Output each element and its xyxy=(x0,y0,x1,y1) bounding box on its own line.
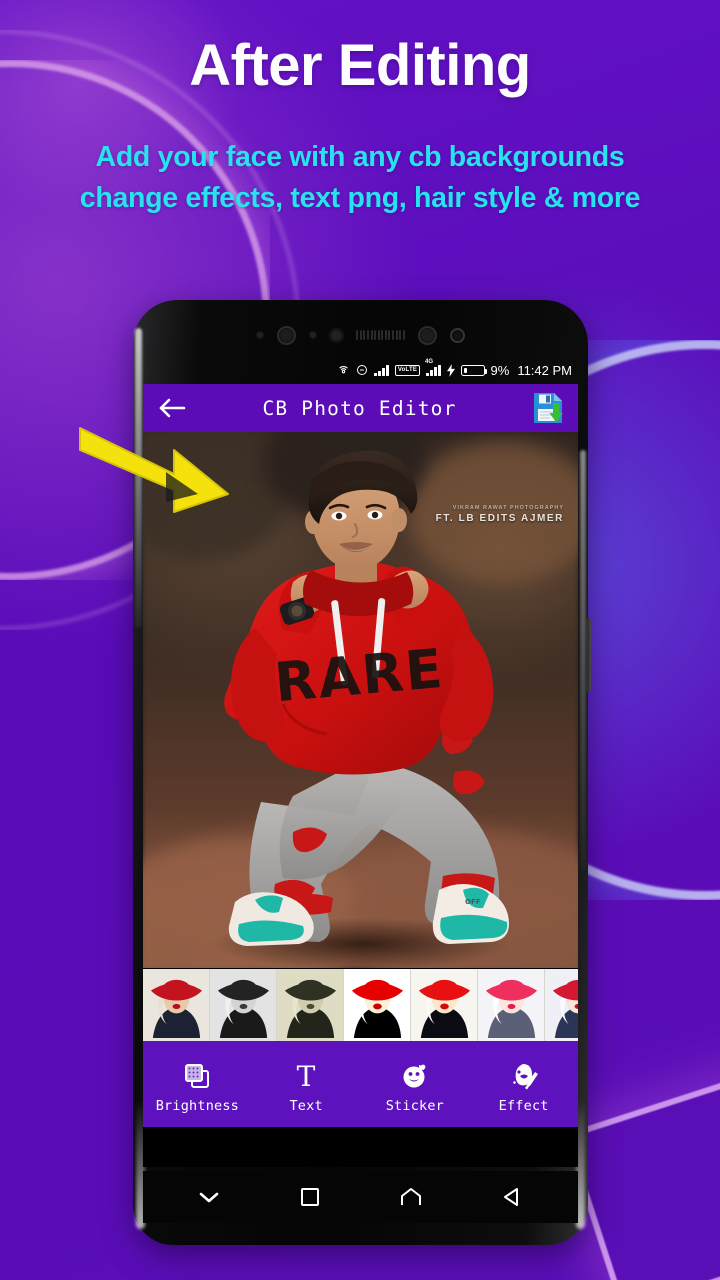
filter-thumb[interactable] xyxy=(478,969,545,1041)
tool-brightness[interactable]: Brightness xyxy=(151,1061,243,1114)
battery-icon xyxy=(460,364,488,376)
phone-power-button xyxy=(586,618,591,692)
tool-label: Brightness xyxy=(155,1097,240,1114)
layers-icon xyxy=(183,1061,211,1091)
filter-preview-noir xyxy=(210,969,276,1041)
filter-thumb[interactable] xyxy=(344,969,411,1041)
front-camera-icon xyxy=(277,325,297,345)
svg-text:OFF: OFF xyxy=(465,898,481,906)
filter-preview-original xyxy=(143,969,209,1041)
status-clock: 11:42 PM xyxy=(517,362,572,378)
back-button-nav[interactable] xyxy=(490,1177,534,1217)
text-t-icon: T xyxy=(292,1061,320,1091)
promo-title: After Editing xyxy=(189,33,531,98)
status-bar: VoLTE 4G 9% 11:42 PM xyxy=(149,358,572,382)
filter-strip[interactable] xyxy=(143,968,578,1041)
data-type-label: 4G xyxy=(425,358,434,365)
recents-square-icon xyxy=(301,1188,320,1206)
sensor-dot-icon xyxy=(256,331,265,339)
smiley-sticker-icon xyxy=(401,1061,429,1091)
filter-preview-cool xyxy=(545,969,578,1041)
filter-preview-vivid xyxy=(411,969,477,1041)
signal-4g-icon: 4G xyxy=(425,359,441,376)
led-indicator-icon xyxy=(449,327,465,343)
home-button[interactable] xyxy=(389,1177,433,1217)
filter-thumb[interactable] xyxy=(545,969,578,1041)
proximity-sensor-icon xyxy=(309,331,318,339)
filter-thumb[interactable] xyxy=(411,969,478,1041)
filter-thumb[interactable] xyxy=(210,969,277,1041)
tool-label: Text xyxy=(289,1097,323,1114)
filter-preview-pop-red xyxy=(344,969,410,1041)
svg-text:T: T xyxy=(297,1062,316,1090)
cast-icon xyxy=(337,364,350,377)
charging-bolt-icon xyxy=(446,363,455,377)
signal-bars-icon xyxy=(374,364,389,376)
pointer-annotation xyxy=(78,416,258,531)
filter-thumb[interactable] xyxy=(143,969,210,1041)
photo-watermark: VIKRAM RAWAT PHOTOGRAPHY FT. LB EDITS AJ… xyxy=(436,505,564,524)
secondary-camera-icon xyxy=(417,325,437,345)
volte-icon: VoLTE xyxy=(394,364,421,376)
light-sensor-icon xyxy=(330,328,344,342)
home-icon xyxy=(400,1188,421,1205)
battery-percent-label: 9% xyxy=(490,362,510,378)
editor-toolbar: Brightness T Text Sticker Effect xyxy=(143,1041,578,1127)
do-not-disturb-icon xyxy=(356,364,368,376)
magic-wand-icon xyxy=(510,1061,538,1091)
phone-sensor-strip xyxy=(133,318,588,352)
android-nav-bar xyxy=(143,1171,578,1223)
filter-preview-pastel xyxy=(478,969,544,1041)
tool-label: Effect xyxy=(498,1097,549,1114)
tool-label: Sticker xyxy=(385,1097,445,1114)
hide-navbar-chevron-icon xyxy=(200,1192,219,1203)
watermark-credit: VIKRAM RAWAT PHOTOGRAPHY xyxy=(452,505,564,511)
recents-button[interactable] xyxy=(288,1177,332,1217)
save-icon xyxy=(534,393,563,423)
save-button[interactable] xyxy=(526,386,570,430)
watermark-title: FT. LB EDITS AJMER xyxy=(435,513,564,524)
filter-thumb[interactable] xyxy=(277,969,344,1041)
promo-subtitle: Add your face with any cb backgrounds ch… xyxy=(0,137,720,220)
yellow-pointer-arrow xyxy=(79,427,229,513)
promo-subtitle-line2: change effects, text png, hair style & m… xyxy=(79,182,641,215)
tool-sticker[interactable]: Sticker xyxy=(369,1061,461,1114)
earpiece-grille-icon xyxy=(356,330,405,340)
promo-header: After Editing Add your face with any cb … xyxy=(0,33,720,220)
promo-subtitle-line1: Add your face with any cb backgrounds xyxy=(95,140,625,173)
tool-text[interactable]: T Text xyxy=(260,1061,352,1114)
tool-effect[interactable]: Effect xyxy=(478,1061,570,1114)
filter-preview-olive xyxy=(277,969,343,1041)
hide-navbar-button[interactable] xyxy=(187,1177,231,1217)
back-triangle-icon xyxy=(503,1188,518,1206)
